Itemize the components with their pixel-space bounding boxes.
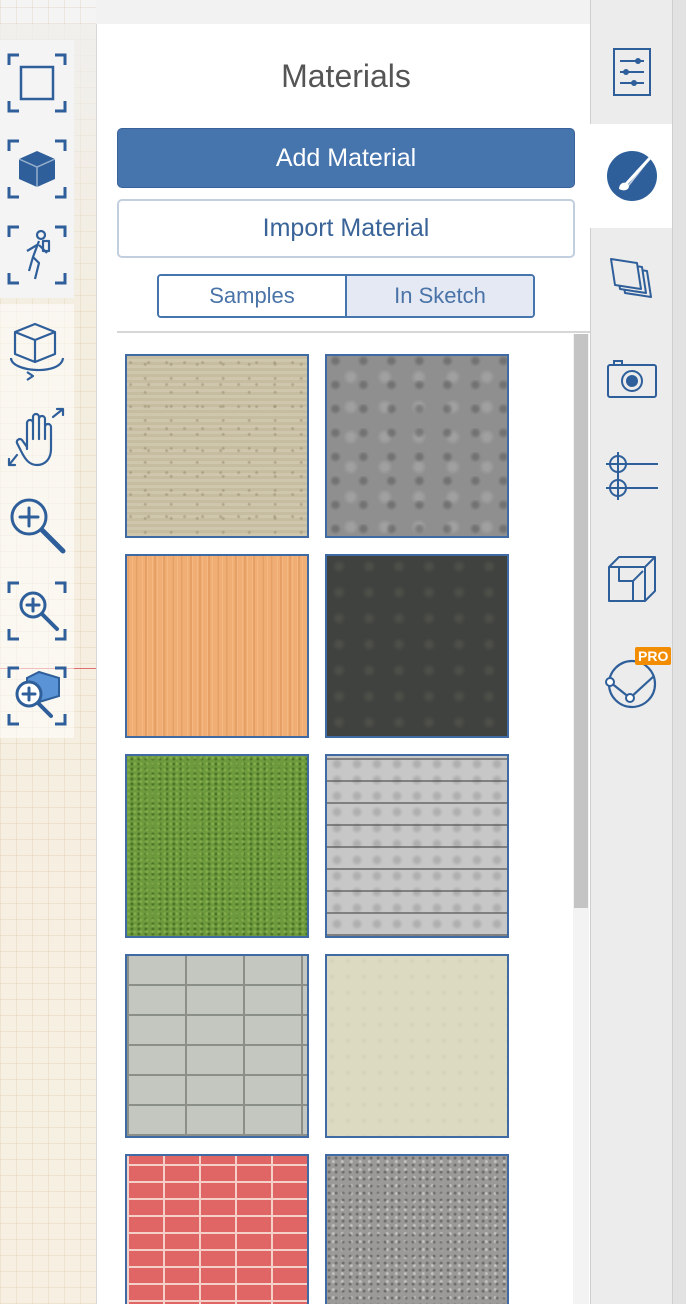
tab-scenes[interactable] — [591, 330, 673, 426]
material-swatch-gray-concrete[interactable] — [325, 354, 509, 538]
select-tool-icon — [7, 53, 67, 113]
pro-badge: PRO — [635, 647, 672, 665]
camera-icon — [607, 360, 657, 398]
panel-title: Materials — [281, 58, 411, 94]
top-strip — [0, 0, 686, 24]
zoom-icon — [10, 498, 66, 554]
walk-tool[interactable] — [0, 212, 74, 298]
material-source-toggle: Samples In Sketch — [157, 274, 535, 318]
material-swatch-gravel[interactable] — [325, 1154, 509, 1304]
pan-tool[interactable] — [0, 396, 74, 482]
walk-tool-icon — [7, 225, 67, 285]
tab-pro-feature[interactable]: PRO — [591, 632, 673, 732]
object-tool[interactable] — [0, 126, 74, 212]
left-toolbar-primary — [0, 40, 74, 298]
scrollbar-thumb[interactable] — [574, 334, 588, 908]
guides-icon — [606, 452, 658, 500]
material-swatch-board-formed-concrete[interactable] — [325, 754, 509, 938]
zoom-extents-icon — [7, 666, 67, 726]
material-swatch-grid — [125, 354, 511, 1304]
material-swatch-light-wood[interactable] — [125, 554, 309, 738]
pro-tab-wrapper: PRO — [604, 647, 672, 710]
tab-materials[interactable] — [590, 124, 674, 228]
section-cube-icon — [608, 556, 656, 602]
material-swatch-cream-stucco[interactable] — [325, 954, 509, 1138]
left-toolbar-navigation — [0, 304, 74, 738]
material-swatch-sand-plaster[interactable] — [125, 354, 309, 538]
settings-sliders-icon — [613, 48, 651, 96]
tab-sections[interactable] — [591, 526, 673, 630]
orbit-icon — [9, 322, 65, 381]
window-right-edge — [672, 0, 686, 1304]
tab-in-sketch[interactable]: In Sketch — [345, 276, 533, 316]
zoom-extents-tool[interactable] — [0, 654, 74, 738]
import-material-button[interactable]: Import Material — [117, 199, 575, 258]
select-tool[interactable] — [0, 40, 74, 126]
material-swatch-red-brick[interactable] — [125, 1154, 309, 1304]
orbit-tool[interactable] — [0, 304, 74, 396]
tab-guides[interactable] — [591, 428, 673, 524]
layers-icon — [610, 258, 652, 298]
material-swatch-grass[interactable] — [125, 754, 309, 938]
materials-panel: Materials Add Material Import Material S… — [96, 24, 591, 1304]
add-material-button[interactable]: Add Material — [117, 128, 575, 188]
panel-divider — [117, 331, 591, 333]
material-swatch-concrete-block[interactable] — [125, 954, 309, 1138]
tab-settings[interactable] — [591, 24, 673, 120]
zoom-window-tool[interactable] — [0, 568, 74, 654]
zoom-window-icon — [7, 581, 67, 641]
tab-samples[interactable]: Samples — [159, 276, 345, 316]
tab-layers[interactable] — [591, 232, 673, 328]
object-tool-icon — [7, 139, 67, 199]
zoom-tool[interactable] — [0, 482, 74, 568]
material-swatch-dark-slate[interactable] — [325, 554, 509, 738]
pan-icon — [7, 407, 65, 467]
materials-brush-icon — [607, 151, 657, 201]
